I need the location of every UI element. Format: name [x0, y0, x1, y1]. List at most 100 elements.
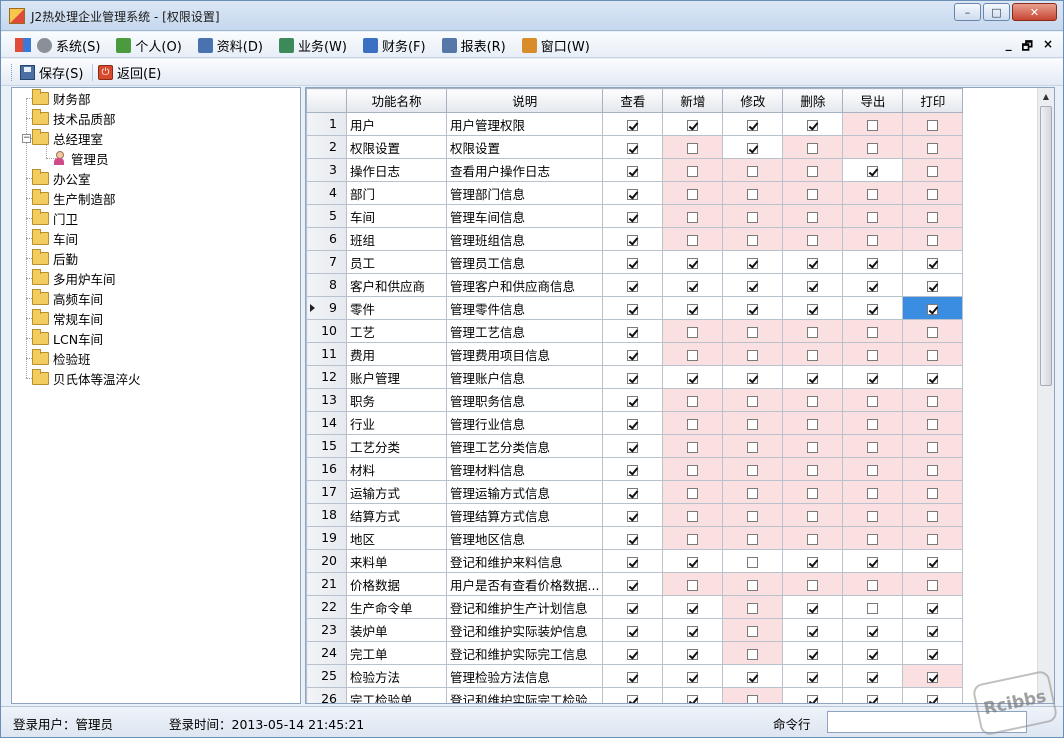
permission-cell[interactable] [902, 319, 964, 343]
permission-cell[interactable] [722, 204, 784, 228]
function-name-cell[interactable]: 地区 [346, 526, 447, 550]
row-selector[interactable]: 19 [306, 526, 347, 550]
checkbox-unchecked[interactable] [687, 165, 699, 177]
table-row[interactable]: 17 运输方式 管理运输方式信息 [306, 480, 964, 504]
checkbox-checked[interactable] [867, 694, 879, 703]
permission-cell[interactable] [602, 273, 664, 297]
scroll-up-icon[interactable]: ▲ [1038, 88, 1054, 105]
checkbox-checked[interactable] [867, 648, 879, 660]
permission-cell[interactable] [902, 595, 964, 619]
checkbox-checked[interactable] [627, 142, 639, 154]
permission-cell[interactable] [782, 641, 844, 665]
permission-cell[interactable] [782, 572, 844, 596]
menu-item-2[interactable]: 资料(D) [197, 36, 263, 55]
checkbox-checked[interactable] [807, 372, 819, 384]
tree-node[interactable]: 管理员 [52, 148, 109, 168]
description-cell[interactable]: 管理运输方式信息 [445, 480, 604, 504]
permission-cell[interactable] [722, 365, 784, 389]
function-name-cell[interactable]: 用户 [346, 112, 447, 136]
function-name-cell[interactable]: 客户和供应商 [346, 273, 447, 297]
checkbox-unchecked[interactable] [747, 625, 759, 637]
permission-cell[interactable] [842, 549, 904, 573]
permission-cell[interactable] [902, 503, 964, 527]
row-selector[interactable]: 11 [306, 342, 347, 366]
row-selector[interactable]: 25 [306, 664, 347, 688]
checkbox-unchecked[interactable] [807, 464, 819, 476]
row-selector[interactable]: 6 [306, 227, 347, 251]
column-header[interactable]: 删除 [782, 88, 844, 113]
table-row[interactable]: 15 工艺分类 管理工艺分类信息 [306, 434, 964, 458]
checkbox-unchecked[interactable] [747, 188, 759, 200]
checkbox-checked[interactable] [627, 533, 639, 545]
checkbox-checked[interactable] [927, 625, 939, 637]
checkbox-unchecked[interactable] [927, 395, 939, 407]
row-selector[interactable]: 7 [306, 250, 347, 274]
permission-cell[interactable] [722, 572, 784, 596]
permission-cell[interactable] [722, 250, 784, 274]
checkbox-unchecked[interactable] [687, 533, 699, 545]
checkbox-checked[interactable] [627, 349, 639, 361]
table-row[interactable]: 21 价格数据 用户是否有查看价格数据... [306, 572, 964, 596]
permission-cell[interactable] [842, 227, 904, 251]
permission-cell[interactable] [842, 434, 904, 458]
permission-cell[interactable] [662, 227, 724, 251]
checkbox-unchecked[interactable] [927, 119, 939, 131]
table-row[interactable]: 26 完工检验单 登记和维护实际完工检验... [306, 687, 964, 703]
checkbox-unchecked[interactable] [747, 487, 759, 499]
permission-cell[interactable] [842, 618, 904, 642]
checkbox-unchecked[interactable] [747, 211, 759, 223]
permission-cell[interactable] [662, 687, 724, 703]
scroll-thumb[interactable] [1040, 106, 1052, 386]
table-row[interactable]: 23 装炉单 登记和维护实际装炉信息 [306, 618, 964, 642]
permission-cell[interactable] [902, 296, 964, 320]
checkbox-unchecked[interactable] [807, 533, 819, 545]
permission-cell[interactable] [902, 342, 964, 366]
permission-cell[interactable] [662, 158, 724, 182]
permission-cell[interactable] [602, 572, 664, 596]
permission-cell[interactable] [662, 273, 724, 297]
checkbox-checked[interactable] [687, 602, 699, 614]
permission-cell[interactable] [722, 319, 784, 343]
checkbox-checked[interactable] [627, 648, 639, 660]
permission-cell[interactable] [662, 204, 724, 228]
table-row[interactable]: 4 部门 管理部门信息 [306, 181, 964, 205]
permission-cell[interactable] [842, 388, 904, 412]
permission-cell[interactable] [842, 595, 904, 619]
function-name-cell[interactable]: 检验方法 [346, 664, 447, 688]
permission-cell[interactable] [782, 135, 844, 159]
checkbox-unchecked[interactable] [687, 326, 699, 338]
checkbox-checked[interactable] [927, 556, 939, 568]
permission-cell[interactable] [782, 342, 844, 366]
description-cell[interactable]: 登记和维护实际完工信息 [445, 641, 604, 665]
table-row[interactable]: 24 完工单 登记和维护实际完工信息 [306, 641, 964, 665]
description-cell[interactable]: 管理工艺信息 [445, 319, 604, 343]
table-row[interactable]: 6 班组 管理班组信息 [306, 227, 964, 251]
permission-cell[interactable] [842, 296, 904, 320]
permission-cell[interactable] [602, 319, 664, 343]
checkbox-checked[interactable] [927, 602, 939, 614]
permission-cell[interactable] [662, 296, 724, 320]
permission-cell[interactable] [662, 319, 724, 343]
checkbox-unchecked[interactable] [867, 464, 879, 476]
checkbox-checked[interactable] [807, 602, 819, 614]
row-selector[interactable]: 24 [306, 641, 347, 665]
function-name-cell[interactable]: 账户管理 [346, 365, 447, 389]
permission-cell[interactable] [782, 250, 844, 274]
checkbox-unchecked[interactable] [927, 464, 939, 476]
permission-cell[interactable] [782, 388, 844, 412]
permission-cell[interactable] [602, 388, 664, 412]
permission-cell[interactable] [902, 549, 964, 573]
permission-cell[interactable] [602, 181, 664, 205]
checkbox-checked[interactable] [627, 303, 639, 315]
mdi-minimize-button[interactable]: _ [1006, 37, 1012, 58]
permission-cell[interactable] [722, 549, 784, 573]
function-name-cell[interactable]: 来料单 [346, 549, 447, 573]
checkbox-unchecked[interactable] [927, 349, 939, 361]
checkbox-checked[interactable] [747, 372, 759, 384]
description-cell[interactable]: 管理检验方法信息 [445, 664, 604, 688]
checkbox-checked[interactable] [687, 648, 699, 660]
description-cell[interactable]: 管理客户和供应商信息 [445, 273, 604, 297]
description-cell[interactable]: 登记和维护实际完工检验... [445, 687, 604, 703]
checkbox-unchecked[interactable] [747, 579, 759, 591]
checkbox-unchecked[interactable] [807, 441, 819, 453]
